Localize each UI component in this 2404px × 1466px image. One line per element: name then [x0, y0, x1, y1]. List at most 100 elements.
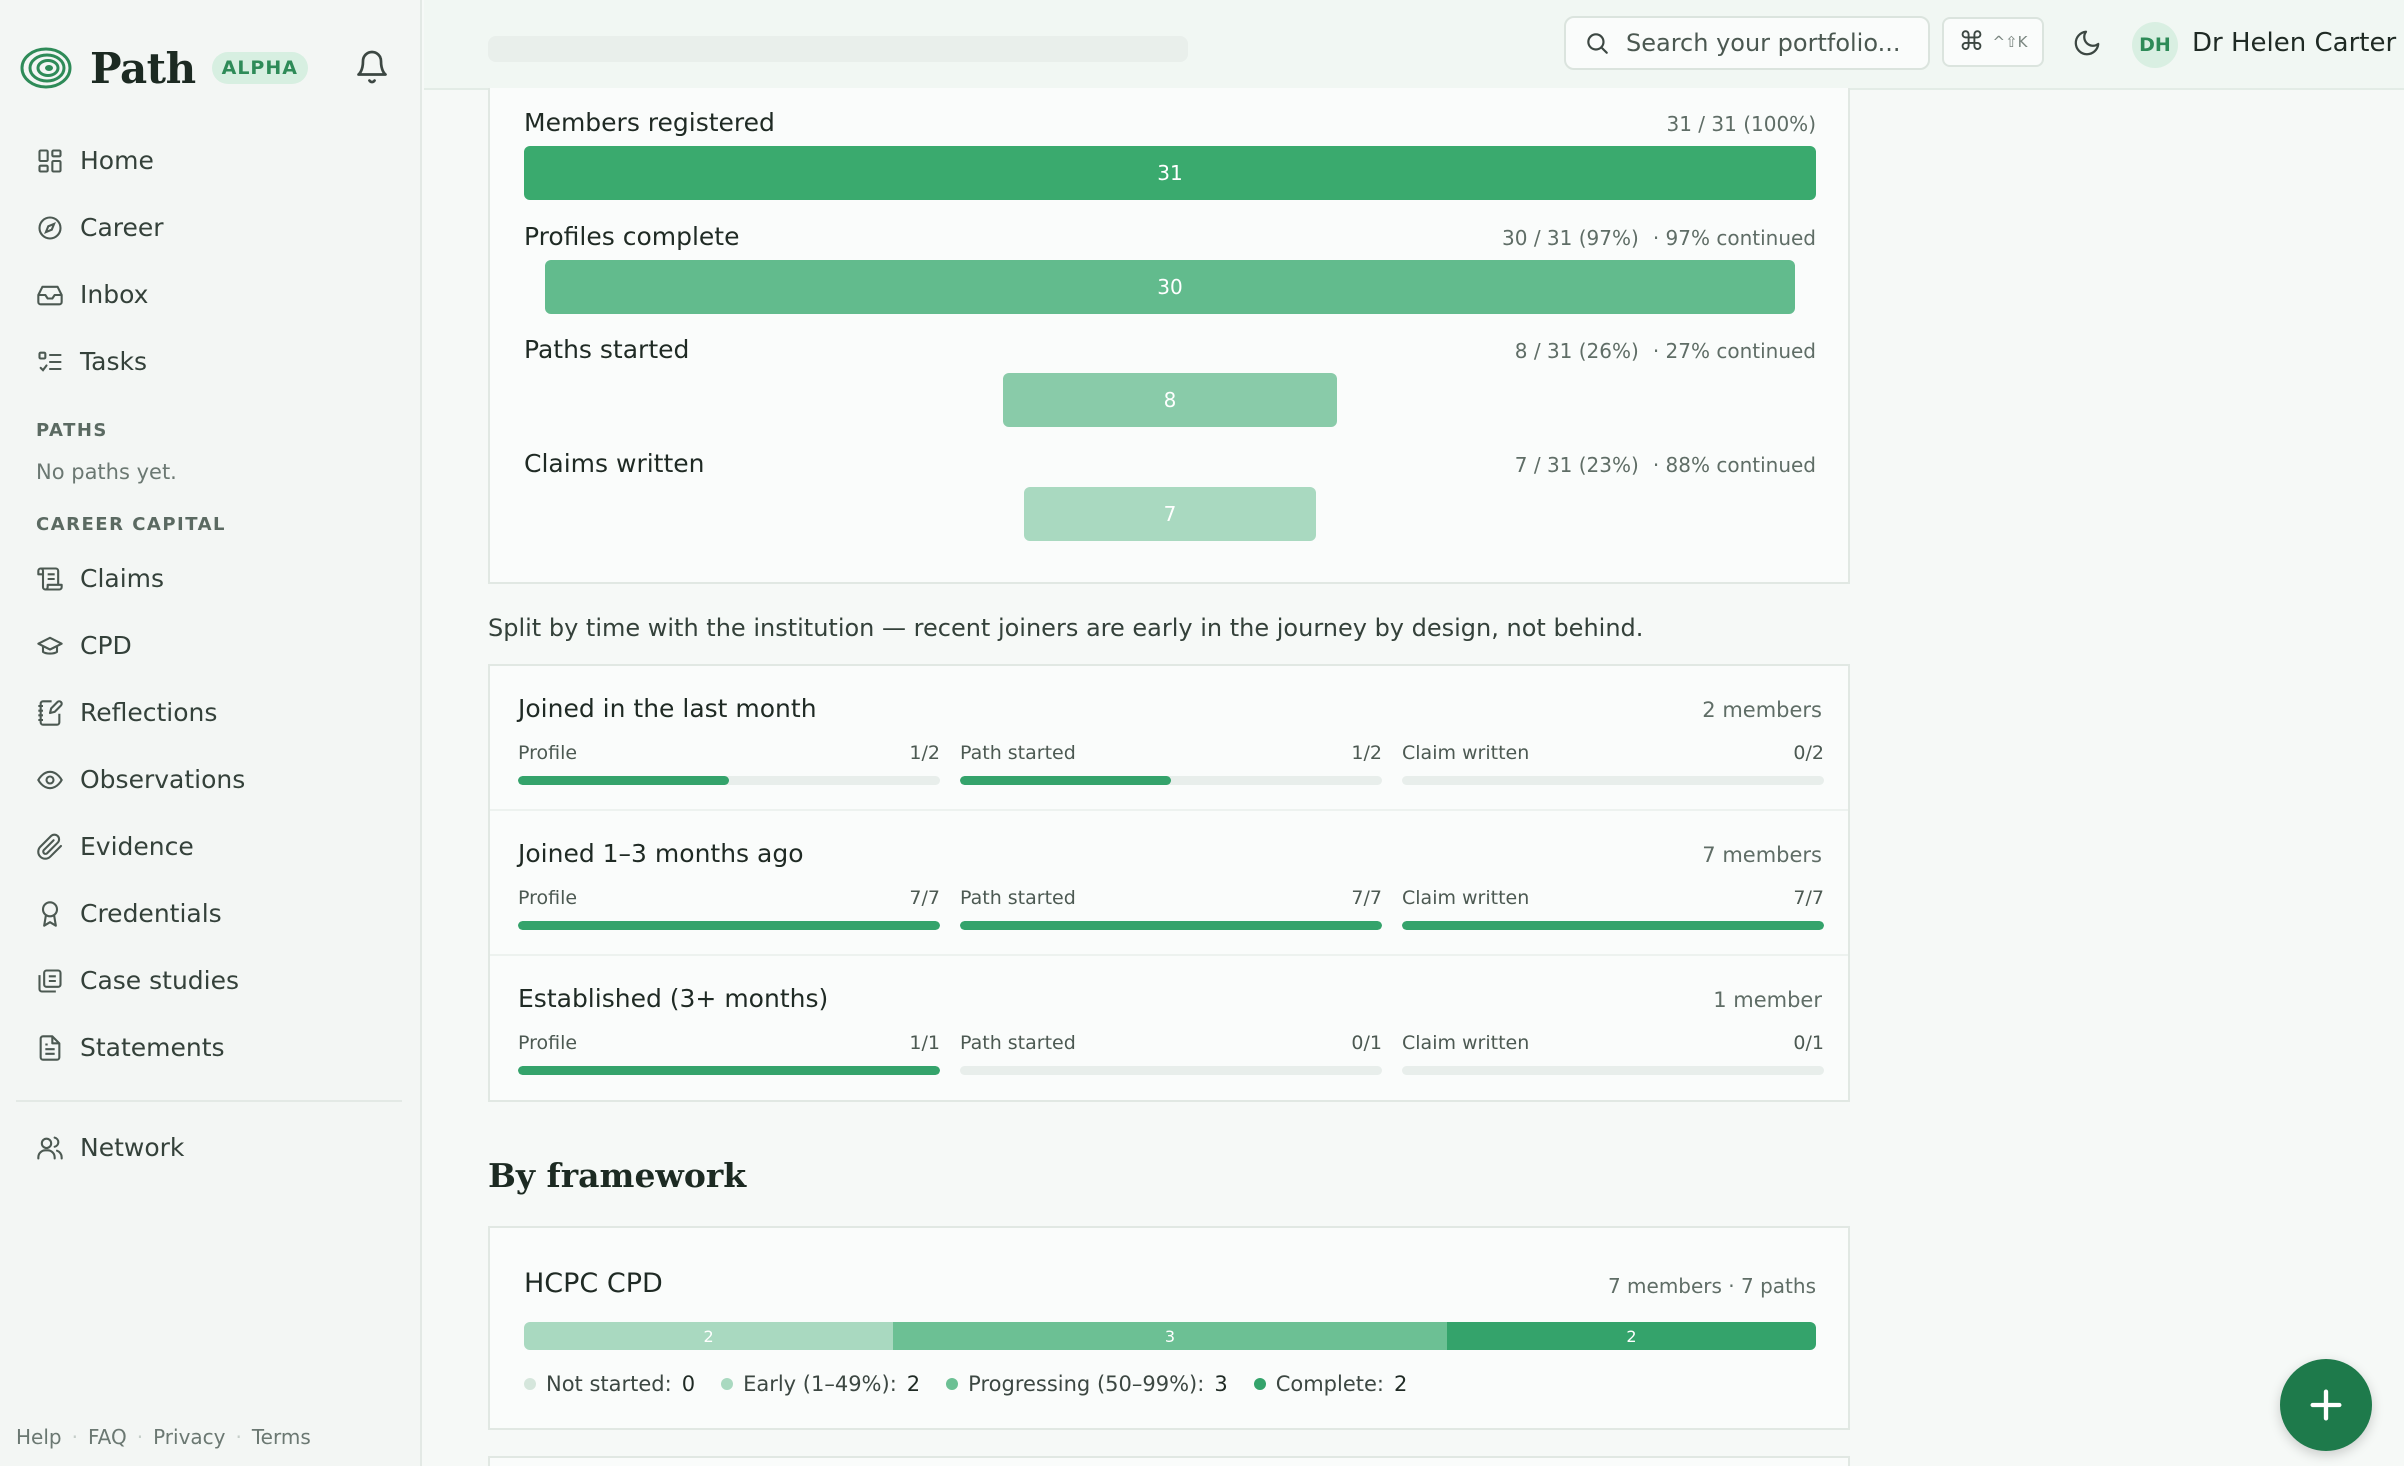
cohort-member-count: 2 members [1702, 698, 1822, 722]
sidebar-item-tasks[interactable]: Tasks [36, 328, 164, 395]
notebook-pen-icon [38, 699, 63, 726]
metric-progress-fill [518, 1066, 940, 1075]
sidebar-item-case-studies[interactable]: Case studies [36, 947, 245, 1014]
inbox-icon [37, 285, 63, 305]
sidebar-divider [16, 1100, 402, 1102]
help-link[interactable]: Help [16, 1425, 62, 1449]
award-icon [41, 900, 59, 927]
legend-dot [1253, 1378, 1266, 1390]
funnel-row-count: 7 / 31 (23%) [1514, 452, 1639, 477]
metric-progress-track [1402, 776, 1824, 785]
avatar[interactable]: DH [2132, 22, 2178, 68]
sidebar-item-inbox[interactable]: Inbox [36, 261, 164, 328]
metric-progress-track [518, 921, 940, 930]
sidebar-item-label: Evidence [80, 832, 194, 861]
metric-value: 7/7 [909, 887, 940, 909]
sidebar-item-statements[interactable]: Statements [36, 1014, 245, 1081]
metric-label: Profile [518, 887, 578, 909]
sidebar-item-home[interactable]: Home [36, 127, 164, 194]
legend-dot [946, 1378, 959, 1390]
sidebar-item-cpd[interactable]: CPD [36, 612, 245, 679]
alpha-badge: ALPHA [211, 52, 308, 84]
metric-progress-track [960, 1066, 1382, 1075]
sidebar-item-claims[interactable]: Claims [36, 545, 245, 612]
eye-icon [37, 770, 63, 789]
framework-card[interactable]: HCPC CPD 7 members · 7 paths 232 Not sta… [488, 1226, 1850, 1430]
main-nav: Home Career Inbox Tasks [36, 127, 164, 395]
funnel-row-stat: 30 / 31 (97%) · 97% continued [1502, 226, 1816, 250]
cohort-title: Joined in the last month [518, 694, 817, 723]
metric-progress-fill [1402, 921, 1824, 930]
cohort-title: Joined 1–3 months ago [518, 839, 804, 868]
plus-icon [2310, 1389, 2342, 1421]
funnel-row-count: 8 / 31 (26%) [1514, 339, 1639, 363]
footer-links: Help · FAQ · Privacy · Terms [16, 1425, 311, 1449]
sidebar-item-evidence[interactable]: Evidence [36, 813, 245, 880]
cohort-row: Joined 1–3 months ago 7 members Profile 7/7… [490, 811, 1848, 956]
metric-progress-fill [960, 776, 1171, 785]
sidebar-item-label: Inbox [80, 280, 149, 309]
tasks-icon [38, 351, 62, 372]
metric-progress-track [960, 776, 1382, 785]
cohort-split-note: Split by time with the institution — rec… [488, 614, 1644, 642]
funnel-row-count: 31 / 31 (100%) [1666, 112, 1817, 136]
metric-label: Profile [518, 1032, 578, 1054]
faq-link[interactable]: FAQ [88, 1425, 127, 1449]
sidebar-item-label: Credentials [80, 899, 222, 928]
sidebar-item-label: Reflections [80, 698, 218, 727]
cohort-row: Established (3+ months) 1 member Profile 1/… [490, 956, 1848, 1101]
metric-value: 7/7 [1793, 887, 1824, 909]
cohort-title: Established (3+ months) [518, 984, 829, 1013]
metric-label: Path started [960, 1032, 1076, 1054]
funnel-row-continued: · 88% continued [1652, 452, 1816, 477]
metric-value: 0/1 [1351, 1032, 1382, 1054]
sidebar-item-reflections[interactable]: Reflections [36, 679, 245, 746]
funnel-row-count: 30 / 31 (97%) [1502, 225, 1639, 250]
command-palette-shortcut[interactable]: ⌘ ^⇧K [1942, 17, 2044, 67]
legend-value: 2 [1393, 1372, 1408, 1396]
sidebar-item-observations[interactable]: Observations [36, 746, 245, 813]
scrolled-heading-placeholder [488, 36, 1188, 62]
users-icon [37, 1136, 63, 1160]
bell-icon[interactable] [354, 48, 390, 86]
sidebar-item-career[interactable]: Career [36, 194, 164, 261]
cohort-member-count: 1 member [1713, 988, 1822, 1012]
sidebar-item-credentials[interactable]: Credentials [36, 880, 245, 947]
privacy-link[interactable]: Privacy [153, 1425, 225, 1449]
search-input[interactable]: Search your portfolio... [1564, 16, 1930, 70]
framework-legend: Not started: 0 Early (1–49%): 2 Progressing … [524, 1372, 1433, 1396]
graduation-cap-icon [37, 636, 63, 655]
framework-meta: 7 members · 7 paths [1607, 1274, 1816, 1298]
legend-label: Progressing (50–99%): [968, 1372, 1205, 1396]
sidebar-item-label: CPD [80, 631, 132, 660]
sidebar-item-network[interactable]: Network [36, 1114, 184, 1181]
funnel-row-stat: 7 / 31 (23%) · 88% continued [1515, 453, 1816, 477]
user-name[interactable]: Dr Helen Carter [2192, 28, 2396, 58]
brand[interactable]: Path ALPHA [20, 40, 308, 96]
metric-value: 1/1 [909, 1032, 940, 1054]
sidebar-item-label: Statements [80, 1033, 225, 1062]
metric-label: Claim written [1402, 742, 1530, 764]
home-icon [38, 148, 62, 173]
metric-progress-track [1402, 1066, 1824, 1075]
add-button[interactable] [2280, 1359, 2372, 1451]
legend-item: Progressing (50–99%): 3 [946, 1372, 1228, 1396]
path-logo-icon [20, 47, 72, 89]
legend-item: Complete: 2 [1253, 1372, 1408, 1396]
command-key-icon: ⌘ [1958, 27, 1985, 57]
engagement-funnel-card: Members registered 31 / 31 (100%) 31 Profil… [488, 88, 1850, 584]
sidebar-item-label: Network [80, 1133, 185, 1162]
brand-name: Path [90, 43, 196, 93]
metric-progress-track [518, 776, 940, 785]
moon-icon[interactable] [2072, 28, 2102, 58]
cohort-member-count: 7 members [1702, 843, 1822, 867]
sidebar-item-label: Claims [80, 564, 165, 593]
sidebar-item-label: Observations [80, 765, 246, 794]
funnel-row-label: Paths started [524, 335, 690, 364]
section-heading-by-framework: By framework [488, 1156, 747, 1195]
funnel-bar: 30 [544, 259, 1796, 314]
metric-value: 7/7 [1351, 887, 1382, 909]
framework-segment: 3 [893, 1322, 1447, 1350]
terms-link[interactable]: Terms [252, 1425, 311, 1449]
framework-segment: 2 [524, 1322, 894, 1350]
